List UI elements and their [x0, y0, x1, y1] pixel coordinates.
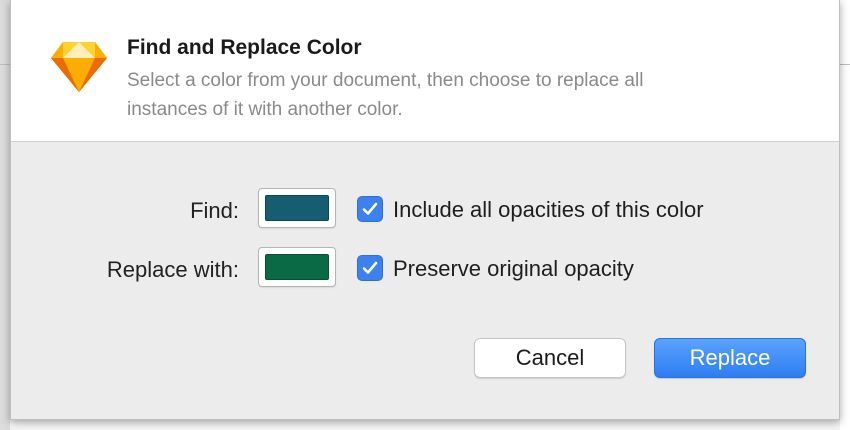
- find-row: Find: Include all opacities of this colo…: [11, 188, 839, 232]
- include-opacities-checkbox[interactable]: [357, 196, 383, 222]
- checkmark-icon: [362, 261, 378, 274]
- preserve-opacity-label[interactable]: Preserve original opacity: [393, 256, 634, 282]
- dialog-title: Find and Replace Color: [127, 36, 362, 59]
- cancel-button[interactable]: Cancel: [474, 338, 626, 378]
- replace-button[interactable]: Replace: [654, 338, 806, 378]
- replace-with-label: Replace with:: [106, 257, 239, 282]
- replace-row: Replace with: Preserve original opacity: [11, 247, 839, 291]
- find-label: Find:: [190, 198, 239, 223]
- include-opacities-label[interactable]: Include all opacities of this color: [393, 197, 704, 223]
- dialog-header: Find and Replace Color Select a color fr…: [11, 0, 839, 142]
- background-divider: [840, 64, 850, 65]
- sketch-diamond-icon: [51, 42, 107, 92]
- preserve-opacity-checkbox[interactable]: [357, 255, 383, 281]
- find-color-swatch: [265, 195, 329, 221]
- replace-color-swatch: [265, 254, 329, 280]
- replace-color-well[interactable]: [258, 247, 336, 287]
- dialog-description: Select a color from your document, then …: [127, 70, 644, 120]
- find-replace-dialog: Find and Replace Color Select a color fr…: [10, 0, 840, 420]
- background-divider: [0, 64, 10, 65]
- checkmark-icon: [362, 202, 378, 215]
- find-color-well[interactable]: [258, 188, 336, 228]
